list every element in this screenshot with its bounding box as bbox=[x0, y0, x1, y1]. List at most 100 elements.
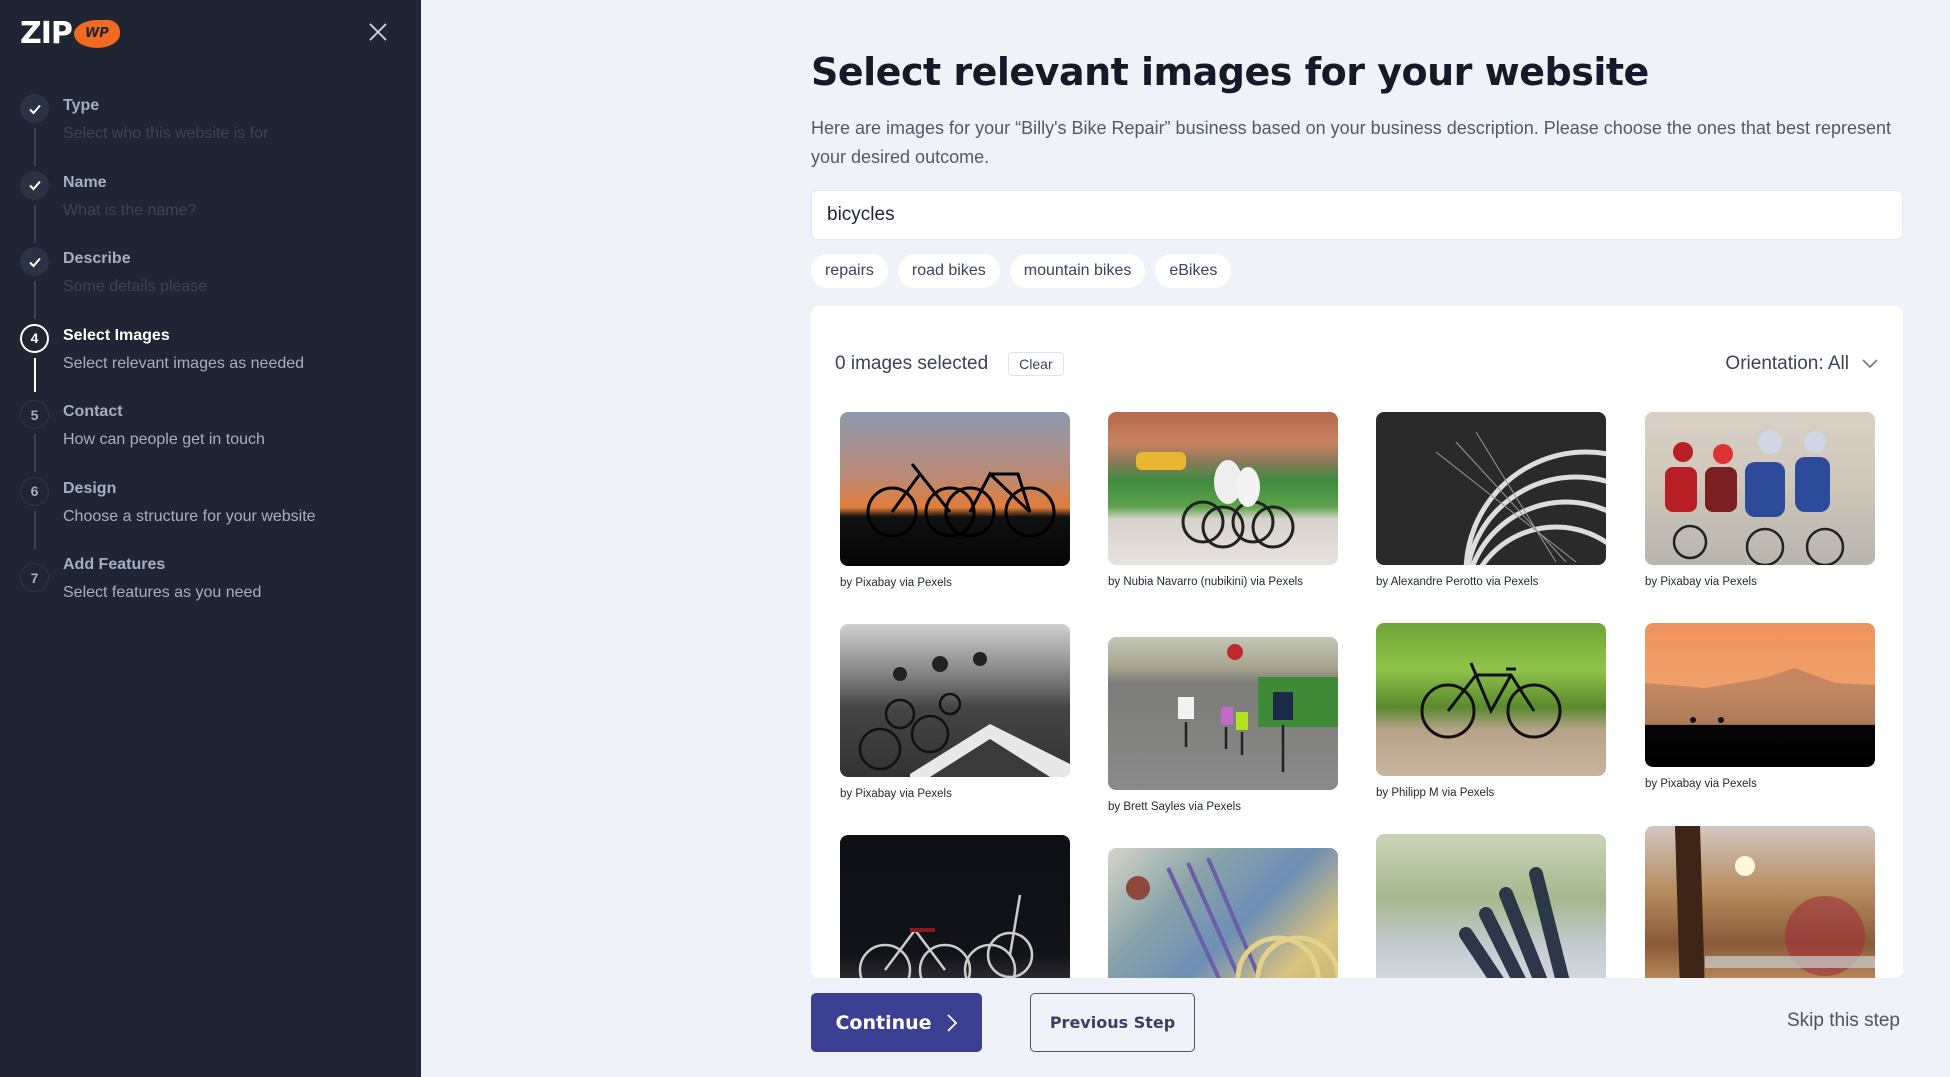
bike-wheels-illustration bbox=[1435, 431, 1606, 565]
step-add-features[interactable]: 7 Add Features Select features as you ne… bbox=[18, 551, 316, 628]
image-credit: by Alexandre Perotto via Pexels bbox=[1376, 576, 1539, 588]
step-subtitle: Select who this website is for bbox=[63, 125, 269, 142]
image-thumbnail bbox=[1645, 412, 1875, 565]
step-list: Type Select who this website is for Name… bbox=[18, 92, 316, 628]
keyword-chips: repairs road bikes mountain bikes eBikes bbox=[811, 254, 1232, 288]
chip-ebikes[interactable]: eBikes bbox=[1155, 254, 1232, 288]
logo-text: ZIP bbox=[20, 16, 73, 51]
step-connector bbox=[34, 434, 36, 472]
step-subtitle: Choose a structure for your website bbox=[63, 507, 316, 525]
check-icon bbox=[20, 94, 49, 123]
image-card[interactable]: by Brett Sayles via Pexels bbox=[1108, 637, 1338, 814]
zipwp-logo: ZIP WP bbox=[20, 16, 120, 51]
skip-step-link[interactable]: Skip this step bbox=[1787, 1010, 1900, 1032]
step-title: Contact bbox=[63, 403, 123, 420]
road-race-illustration bbox=[1665, 430, 1845, 565]
step-connector bbox=[34, 128, 36, 166]
page-title: Select relevant images for your website bbox=[811, 50, 1649, 94]
autumn-trees-illustration bbox=[1675, 826, 1875, 978]
step-title: Select Images bbox=[63, 326, 170, 344]
step-title: Design bbox=[63, 479, 117, 497]
step-title: Name bbox=[63, 173, 107, 191]
group-ride-illustration bbox=[858, 652, 1070, 777]
image-credit: by Philipp M via Pexels bbox=[1376, 787, 1495, 799]
chip-repairs[interactable]: repairs bbox=[811, 254, 888, 288]
vintage-bikes-illustration bbox=[858, 894, 1034, 978]
image-credit: by Nubia Navarro (nubikini) via Pexels bbox=[1108, 576, 1303, 588]
mountain-silhouette-illustration bbox=[1645, 668, 1875, 725]
forest-bike-illustration bbox=[1420, 662, 1562, 739]
image-card[interactable]: by Alexandre Perotto via Pexels bbox=[1376, 412, 1606, 589]
image-credit: by Pixabay via Pexels bbox=[1645, 576, 1757, 588]
image-card[interactable]: by Pixabay via Pexels bbox=[840, 624, 1070, 801]
close-button[interactable] bbox=[364, 18, 392, 46]
step-design[interactable]: 6 Design Choose a structure for your web… bbox=[18, 475, 316, 552]
image-card[interactable]: by Pixabay via Pexels bbox=[1645, 623, 1875, 791]
step-name[interactable]: Name What is the name? bbox=[18, 169, 316, 246]
chevron-right-icon bbox=[946, 1013, 957, 1032]
orientation-label: Orientation: All bbox=[1725, 353, 1849, 374]
image-thumbnail bbox=[1376, 412, 1606, 565]
image-card[interactable]: by Pixabay via Pexels bbox=[1645, 412, 1875, 589]
image-thumbnail bbox=[840, 835, 1070, 978]
check-icon bbox=[20, 247, 49, 276]
continue-button[interactable]: Continue bbox=[811, 993, 982, 1052]
page-description: Here are images for your “Billy's Bike R… bbox=[811, 118, 1891, 167]
chevron-down-icon bbox=[1862, 359, 1878, 369]
handlebars-illustration bbox=[1459, 867, 1570, 978]
step-title: Describe bbox=[63, 250, 131, 267]
image-card[interactable] bbox=[1108, 848, 1338, 978]
panel-header: 0 images selected Clear Orientation: All bbox=[835, 344, 1879, 384]
image-card[interactable] bbox=[1645, 826, 1875, 978]
step-connector bbox=[34, 357, 36, 392]
image-card[interactable] bbox=[1376, 834, 1606, 978]
logo-badge: WP bbox=[73, 19, 120, 48]
image-thumbnail bbox=[1376, 623, 1606, 776]
orientation-dropdown[interactable]: Orientation: All bbox=[1725, 353, 1879, 375]
step-title: Add Features bbox=[63, 556, 166, 573]
cyclists-illustration bbox=[1136, 452, 1295, 549]
image-card[interactable]: by Pixabay via Pexels bbox=[840, 412, 1070, 590]
image-card[interactable]: by Philipp M via Pexels bbox=[1376, 623, 1606, 800]
image-thumbnail bbox=[1645, 623, 1875, 767]
image-card[interactable]: by Nubia Navarro (nubikini) via Pexels bbox=[1108, 412, 1338, 589]
step-number: 4 bbox=[20, 323, 49, 353]
chip-road-bikes[interactable]: road bikes bbox=[897, 254, 1000, 288]
step-subtitle: Select features as you need bbox=[63, 584, 262, 601]
previous-step-button[interactable]: Previous Step bbox=[1030, 993, 1195, 1052]
image-card[interactable] bbox=[840, 835, 1070, 978]
selected-count: 0 images selected bbox=[835, 353, 989, 374]
chip-mountain-bikes[interactable]: mountain bikes bbox=[1009, 254, 1146, 288]
step-describe[interactable]: Describe Some details please bbox=[18, 245, 316, 322]
image-thumbnail bbox=[840, 624, 1070, 777]
image-thumbnail bbox=[1376, 834, 1606, 978]
step-number: 6 bbox=[20, 476, 49, 506]
step-select-images[interactable]: 4 Select Images Select relevant images a… bbox=[18, 322, 316, 399]
image-credit: by Brett Sayles via Pexels bbox=[1108, 801, 1241, 813]
step-subtitle: How can people get in touch bbox=[63, 431, 265, 448]
step-title: Type bbox=[63, 97, 100, 114]
step-type[interactable]: Type Select who this website is for bbox=[18, 92, 316, 169]
close-icon bbox=[369, 23, 387, 41]
image-credit: by Pixabay via Pexels bbox=[1645, 778, 1757, 790]
image-thumbnail bbox=[1108, 637, 1338, 790]
bicycle-silhouette bbox=[866, 463, 1056, 538]
image-thumbnail bbox=[1108, 848, 1338, 978]
step-subtitle: What is the name? bbox=[63, 201, 197, 219]
step-contact[interactable]: 5 Contact How can people get in touch bbox=[18, 398, 316, 475]
step-connector bbox=[34, 204, 36, 243]
step-subtitle: Select relevant images as needed bbox=[63, 354, 305, 372]
colorful-bikes-illustration bbox=[1126, 857, 1338, 978]
step-number: 5 bbox=[20, 400, 49, 429]
image-thumbnail bbox=[1645, 826, 1875, 978]
step-connector bbox=[34, 281, 36, 319]
step-number: 7 bbox=[20, 563, 49, 592]
image-thumbnail bbox=[840, 412, 1070, 566]
image-credit: by Pixabay via Pexels bbox=[840, 788, 952, 800]
family-ride-illustration bbox=[1178, 644, 1338, 772]
step-connector bbox=[34, 510, 36, 549]
clear-button[interactable]: Clear bbox=[1008, 352, 1064, 376]
image-search-input[interactable] bbox=[811, 190, 1903, 240]
image-thumbnail bbox=[1108, 412, 1338, 565]
step-subtitle: Some details please bbox=[63, 278, 208, 295]
